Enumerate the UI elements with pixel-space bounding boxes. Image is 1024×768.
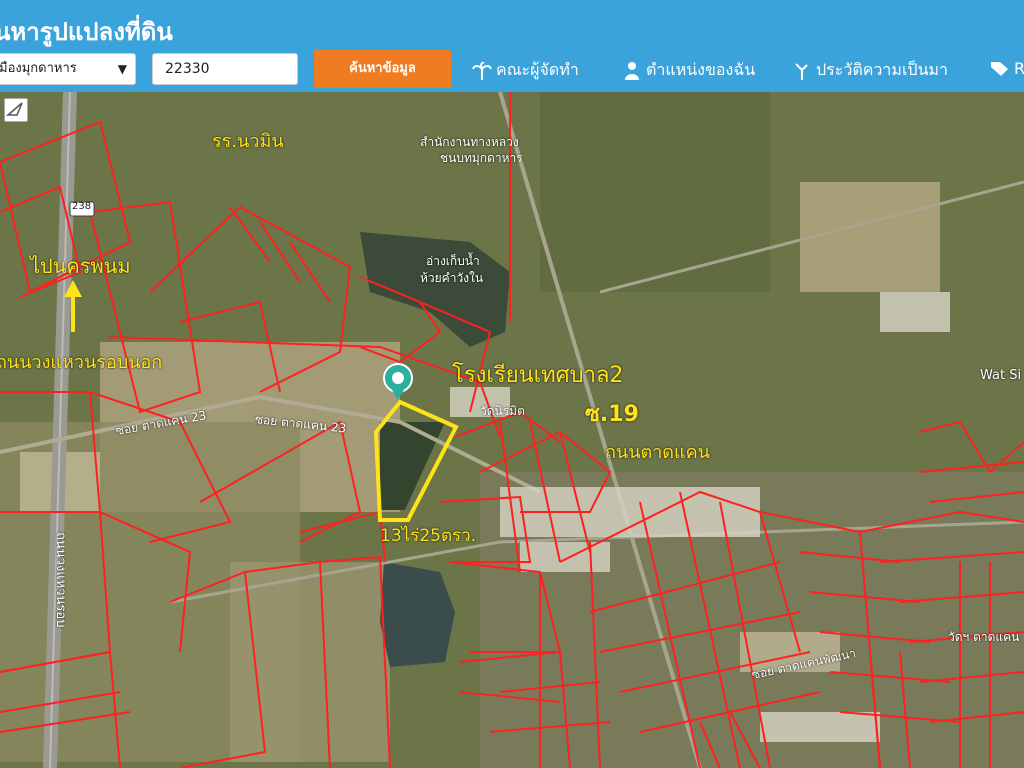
label-school-top: รร.นวมิน: [212, 131, 284, 152]
label-vertical-road: ถนนวงแหวนรอบ: [53, 532, 68, 628]
person-icon: [625, 61, 639, 80]
label-road-name: ถนนตาดแคน: [605, 442, 710, 463]
label-ring-road: ถนนวงแหวนรอบนอก: [0, 352, 163, 373]
nav-history[interactable]: ประวัติความเป็นมา: [792, 58, 948, 83]
nav-history-label: ประวัติความเป็นมา: [816, 60, 949, 79]
nav-my-location[interactable]: ตำแหน่งของฉัน: [622, 58, 755, 83]
tag-icon: [991, 62, 1008, 76]
palm-tree-icon: [472, 61, 492, 80]
label-to-nakhon-phanom: ไปนครพนม: [30, 254, 131, 278]
province-value: มืองมุกดาหาร: [0, 61, 77, 76]
map-view[interactable]: รร.นวมิน สำนักงานทางหลวง ชนบทมุกดาหาร อ่…: [0, 92, 1024, 768]
search-button[interactable]: ค้นหาข้อมูล: [314, 50, 451, 88]
nav-credits-label: คณะผู้จัดทำ: [496, 60, 579, 79]
route-238-badge: 238: [72, 201, 92, 212]
app-title: นหารูปแปลงที่ดิน: [0, 18, 173, 46]
map-tool-icon[interactable]: [4, 98, 28, 122]
caret-down-icon: ▼: [117, 62, 127, 76]
nav-r[interactable]: R: [990, 58, 1024, 78]
label-wat-bottom-right: วัดฯ ตาดแคน: [948, 630, 1020, 644]
label-wat: วัดนิรมิต: [480, 404, 525, 418]
label-wat-right: Wat Si: [980, 368, 1022, 383]
label-soi: ซ.19: [585, 402, 639, 427]
postal-code-input[interactable]: 22330: [152, 53, 298, 85]
tree-icon: [795, 62, 808, 80]
label-highway-office-2: ชนบทมุกดาหาร: [440, 151, 523, 165]
label-municipal-school: โรงเรียนเทศบาล2: [452, 363, 624, 388]
nav-credits[interactable]: คณะผู้จัดทำ: [472, 58, 579, 83]
province-select[interactable]: มืองมุกดาหาร ▼: [0, 53, 136, 85]
nav-r-label: R: [1014, 58, 1024, 78]
label-reservoir-2: ห้วยคำวังใน: [420, 271, 484, 285]
nav-my-location-label: ตำแหน่งของฉัน: [646, 60, 756, 79]
top-bar: นหารูปแปลงที่ดิน มืองมุกดาหาร ▼ 22330 ค้…: [0, 0, 1024, 92]
label-plot-size: 13ไร่25ตรว.: [380, 526, 477, 546]
